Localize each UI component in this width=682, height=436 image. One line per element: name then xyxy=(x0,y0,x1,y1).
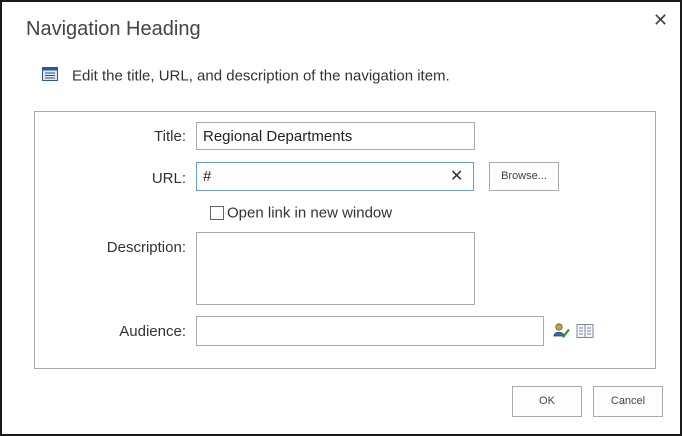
instruction-text: Edit the title, URL, and description of … xyxy=(72,67,450,85)
audience-input[interactable] xyxy=(196,316,544,346)
check-names-icon[interactable] xyxy=(552,322,570,345)
description-label: Description: xyxy=(106,239,186,256)
close-icon[interactable]: ✕ xyxy=(653,10,668,30)
audience-label: Audience: xyxy=(119,323,186,340)
clear-icon[interactable]: ✕ xyxy=(450,166,463,186)
navigation-heading-dialog: Navigation Heading ✕ Edit the title, URL… xyxy=(0,0,682,436)
title-input[interactable] xyxy=(196,122,475,150)
browse-button[interactable]: Browse... xyxy=(489,162,559,191)
list-icon xyxy=(42,67,58,85)
url-label: URL: xyxy=(151,170,186,187)
title-label: Title: xyxy=(154,128,186,145)
instruction: Edit the title, URL, and description of … xyxy=(42,67,450,85)
open-new-window-label: Open link in new window xyxy=(227,204,393,222)
cancel-button[interactable]: Cancel xyxy=(593,386,663,417)
address-book-icon[interactable] xyxy=(576,323,594,344)
url-input[interactable] xyxy=(196,162,474,191)
dialog-title: Navigation Heading xyxy=(26,18,201,40)
ok-button[interactable]: OK xyxy=(512,386,582,417)
description-textarea[interactable] xyxy=(196,232,475,305)
open-new-window-checkbox[interactable] xyxy=(210,206,224,221)
audience-tools xyxy=(552,322,594,345)
open-new-window-option[interactable]: Open link in new window xyxy=(210,204,392,222)
